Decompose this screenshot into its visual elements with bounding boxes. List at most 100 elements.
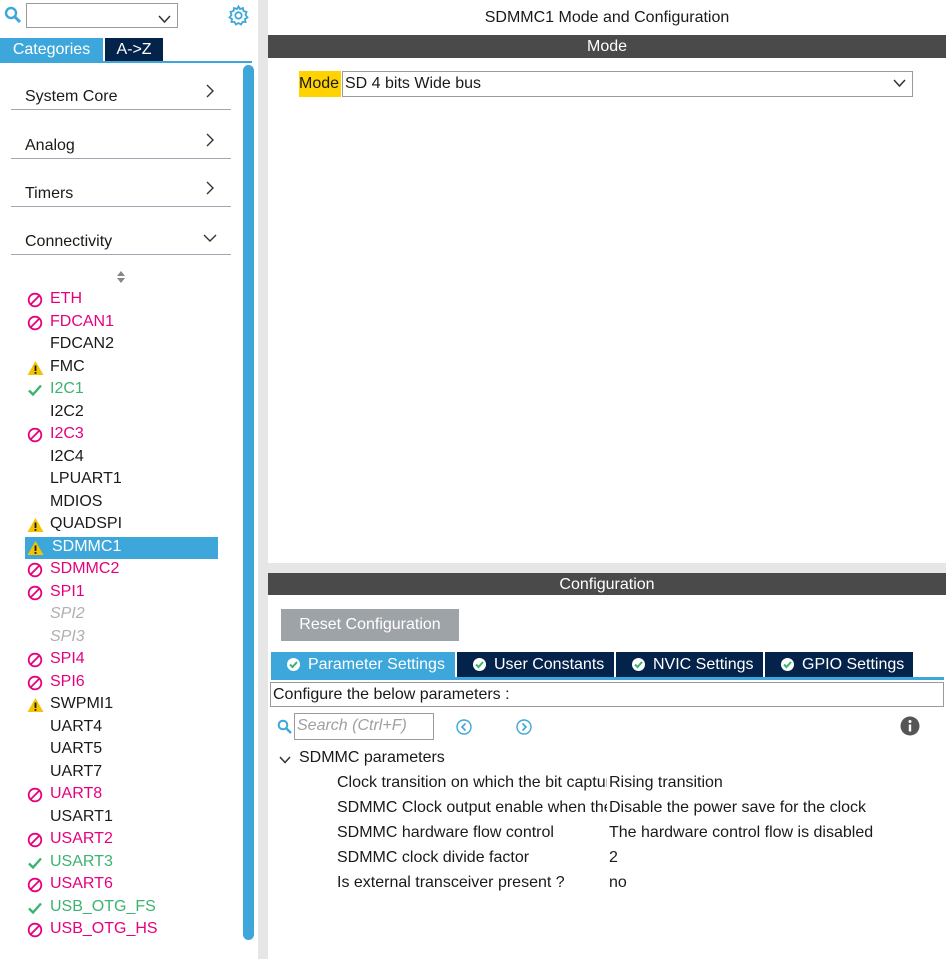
- tab-gpio-settings[interactable]: GPIO Settings: [765, 652, 913, 677]
- chevron-right-icon: [206, 133, 214, 147]
- peripheral-item[interactable]: UART8: [25, 784, 218, 806]
- peripheral-label: I2C2: [50, 402, 84, 420]
- peripheral-item[interactable]: FDCAN2: [25, 334, 218, 356]
- category-connectivity[interactable]: Connectivity: [11, 209, 231, 255]
- gear-icon[interactable]: [228, 4, 249, 31]
- peripheral-item[interactable]: SDMMC2: [25, 559, 218, 581]
- parameter-value[interactable]: 2: [609, 849, 618, 867]
- configure-info-bar: Configure the below parameters :: [270, 682, 944, 707]
- peripheral-item[interactable]: SPI3: [25, 627, 218, 649]
- parameter-value[interactable]: Disable the power save for the clock: [609, 799, 866, 817]
- peripheral-label: UART4: [50, 717, 103, 735]
- peripheral-item[interactable]: USB_OTG_FS: [25, 897, 218, 919]
- peripheral-label: ETH: [50, 290, 82, 307]
- category-system-core[interactable]: System Core: [11, 64, 231, 110]
- parameter-value[interactable]: The hardware control flow is disabled: [609, 824, 873, 842]
- parameter-name[interactable]: SDMMC hardware flow control: [337, 824, 607, 842]
- parameter-name[interactable]: Clock transition on which the bit captur…: [337, 774, 607, 792]
- parameter-name[interactable]: SDMMC Clock output enable when the.: [337, 799, 607, 817]
- check-icon: [27, 900, 43, 916]
- parameter-name[interactable]: SDMMC clock divide factor: [337, 849, 607, 867]
- info-icon[interactable]: [900, 716, 920, 741]
- search-icon[interactable]: [277, 719, 292, 739]
- peripheral-item[interactable]: FMC: [25, 357, 218, 379]
- sort-icon[interactable]: [116, 270, 126, 289]
- previous-result-icon[interactable]: [456, 719, 472, 740]
- peripheral-item[interactable]: I2C4: [25, 447, 218, 469]
- category-label: Analog: [25, 137, 75, 154]
- mode-select-value: SD 4 bits Wide bus: [345, 75, 482, 92]
- peripheral-label: FDCAN1: [50, 312, 115, 330]
- peripheral-item[interactable]: UART4: [25, 717, 218, 739]
- parameter-search[interactable]: [294, 713, 434, 740]
- tab-nvic-settings[interactable]: NVIC Settings: [616, 652, 763, 677]
- tab-parameter-settings[interactable]: Parameter Settings: [271, 652, 455, 677]
- disabled-icon: [27, 585, 43, 601]
- peripheral-item[interactable]: SPI2: [25, 604, 218, 626]
- peripheral-item[interactable]: ETH: [25, 289, 218, 311]
- parameter-value[interactable]: Rising transition: [609, 774, 723, 792]
- peripheral-label: SWPMI1: [50, 695, 114, 712]
- mode-label: Mode: [299, 71, 342, 97]
- chevron-down-icon: [203, 234, 217, 242]
- peripheral-item[interactable]: USART6: [25, 874, 218, 896]
- search-icon[interactable]: [4, 6, 22, 29]
- peripheral-label: SPI1: [50, 582, 85, 600]
- peripheral-item[interactable]: USART3: [25, 852, 218, 874]
- category-timers[interactable]: Timers: [11, 161, 231, 207]
- parameter-name[interactable]: Is external transceiver present ?: [337, 874, 607, 892]
- tab-a-to-z[interactable]: A->Z: [105, 38, 163, 61]
- tab-label: User Constants: [494, 656, 605, 673]
- peripheral-item[interactable]: USB_OTG_HS: [25, 919, 218, 941]
- chevron-down-icon[interactable]: [279, 752, 291, 770]
- peripheral-item[interactable]: I2C2: [25, 402, 218, 424]
- peripheral-item[interactable]: MDIOS: [25, 492, 218, 514]
- peripheral-item[interactable]: LPUART1: [25, 469, 218, 491]
- scrollbar-thumb[interactable]: [243, 65, 254, 940]
- tab-categories[interactable]: Categories: [0, 38, 103, 61]
- tab-label: NVIC Settings: [653, 656, 754, 673]
- tab-user-constants[interactable]: User Constants: [457, 652, 614, 677]
- chevron-right-icon: [206, 181, 214, 195]
- peripheral-item[interactable]: UART7: [25, 762, 218, 784]
- peripheral-item[interactable]: USART1: [25, 807, 218, 829]
- disabled-icon: [27, 675, 43, 691]
- search-combobox[interactable]: [26, 3, 178, 28]
- peripheral-item[interactable]: SPI4: [25, 649, 218, 671]
- category-analog[interactable]: Analog: [11, 113, 231, 159]
- peripheral-label: UART5: [50, 740, 103, 757]
- chevron-down-icon[interactable]: [158, 11, 171, 29]
- mode-select[interactable]: SD 4 bits Wide bus: [342, 71, 913, 97]
- peripheral-label: I2C3: [50, 425, 84, 442]
- peripheral-item[interactable]: FDCAN1: [25, 312, 218, 334]
- panel-splitter[interactable]: [268, 563, 946, 573]
- category-label: Timers: [25, 185, 74, 202]
- configure-text: Configure the below parameters :: [273, 686, 510, 703]
- peripheral-item[interactable]: I2C1: [25, 379, 218, 401]
- parameter-search-input[interactable]: [295, 714, 429, 738]
- peripheral-item[interactable]: SWPMI1: [25, 694, 218, 716]
- panel-divider[interactable]: [258, 0, 268, 959]
- peripheral-label: USB_OTG_FS: [50, 897, 156, 915]
- disabled-icon: [27, 315, 43, 331]
- warning-icon: [27, 517, 44, 533]
- peripheral-item[interactable]: SPI6: [25, 672, 218, 694]
- disabled-icon: [27, 877, 43, 893]
- peripheral-label: SDMMC2: [50, 560, 120, 577]
- check-circle-icon: [781, 658, 794, 671]
- parameter-value[interactable]: no: [609, 874, 627, 892]
- parameter-group-label[interactable]: SDMMC parameters: [299, 749, 445, 767]
- peripheral-item[interactable]: QUADSPI: [25, 514, 218, 536]
- peripheral-item[interactable]: UART5: [25, 739, 218, 761]
- peripheral-item[interactable]: SPI1: [25, 582, 218, 604]
- check-icon: [27, 382, 43, 398]
- tab-underline: [0, 61, 252, 63]
- reset-configuration-button[interactable]: Reset Configuration: [281, 609, 459, 641]
- peripheral-label: USB_OTG_HS: [50, 920, 158, 937]
- peripheral-item[interactable]: SDMMC1: [25, 536, 218, 559]
- next-result-icon[interactable]: [516, 719, 532, 740]
- peripheral-item[interactable]: I2C3: [25, 424, 218, 446]
- peripheral-item[interactable]: USART2: [25, 829, 218, 851]
- warning-icon: [27, 540, 44, 556]
- peripheral-label: USART6: [50, 875, 113, 892]
